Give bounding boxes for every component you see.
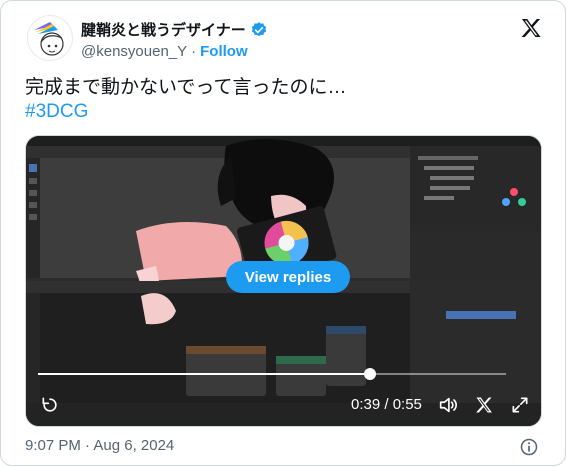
author-display-name[interactable]: 腱鞘炎と戦うデザイナー (81, 19, 246, 40)
video-time: 0:39 / 0:55 (351, 396, 422, 413)
x-logo-icon[interactable] (519, 16, 543, 40)
avatar[interactable] (27, 15, 73, 61)
author-name-row: 腱鞘炎と戦うデザイナー (81, 19, 268, 40)
fullscreen-icon (512, 397, 528, 413)
avatar-illustration (34, 22, 64, 56)
verified-badge-icon (251, 21, 266, 36)
x-watermark-button[interactable] (472, 393, 496, 417)
author-handle-row: @kensyouen_Y · Follow (81, 43, 248, 60)
separator-dot: · (191, 43, 197, 60)
video-player[interactable]: View replies 0:39 / 0:55 (25, 135, 542, 427)
tweet-timestamp[interactable]: 9:07 PM · Aug 6, 2024 (25, 437, 174, 454)
replay-button[interactable] (38, 393, 62, 417)
view-replies-button[interactable]: View replies (226, 261, 350, 293)
replay-icon (42, 397, 57, 412)
tweet-text: 完成まで動かないでって言ったのに… (25, 77, 347, 98)
author-handle[interactable]: @kensyouen_Y (81, 43, 187, 60)
volume-icon (439, 397, 457, 413)
video-progress-bar[interactable] (38, 368, 506, 380)
hashtag-link[interactable]: #3DCG (25, 101, 88, 123)
fullscreen-button[interactable] (508, 393, 532, 417)
follow-button[interactable]: Follow (200, 43, 248, 60)
tweet-card: 腱鞘炎と戦うデザイナー @kensyouen_Y · Follow 完成まで動か… (0, 0, 566, 466)
x-watermark-icon (476, 397, 492, 413)
video-progress-fill (38, 373, 371, 375)
info-icon[interactable] (519, 437, 539, 457)
volume-button[interactable] (436, 393, 460, 417)
